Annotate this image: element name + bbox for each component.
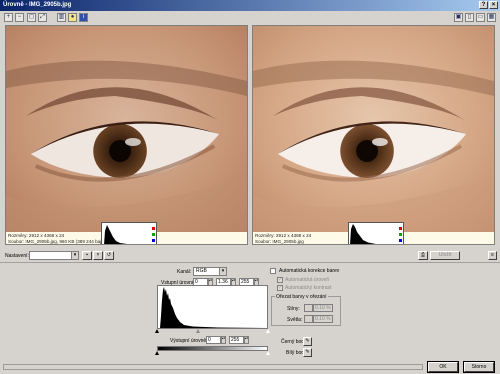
info-icon[interactable]: i <box>79 13 88 22</box>
apply-button[interactable]: Uložit <box>430 251 460 260</box>
levels-histogram-graph <box>160 287 267 328</box>
reset-icon[interactable]: ↺ <box>104 251 114 260</box>
green-channel-dot <box>399 233 402 236</box>
input-gamma-slider[interactable] <box>196 329 200 333</box>
view-single-icon[interactable]: ▣ <box>454 13 463 22</box>
options-icon[interactable]: ≡ <box>488 251 497 260</box>
chevron-down-icon: ▾ <box>219 268 226 275</box>
window-title: Úrovně - IMG_2905b.jpg <box>3 2 72 8</box>
blue-channel-dot <box>152 239 155 242</box>
output-white-spinner[interactable]: ▴▾ <box>244 336 249 344</box>
bottom-bar: OK Storno <box>0 359 500 374</box>
black-point-eyedropper-icon[interactable]: ✎ <box>303 337 312 346</box>
output-gradient <box>157 346 268 351</box>
green-channel-dot <box>152 233 155 236</box>
shadows-color-swatch[interactable] <box>304 304 313 312</box>
output-white-field[interactable]: 255 <box>229 336 244 344</box>
original-image-panel[interactable]: Rozměry: 2912 x 4368 x 24 Soubor: IMG_29… <box>5 25 248 245</box>
highlight-icon[interactable]: ● <box>68 13 77 22</box>
shadows-field[interactable]: 0.10 % <box>313 304 333 312</box>
highlights-field[interactable]: 0.10 % <box>313 315 333 323</box>
preset-bar: Nastavení: ▾ ▪ × ↺ ⎙ Uložit ≡ <box>0 249 500 263</box>
output-white-slider[interactable] <box>266 351 270 355</box>
chevron-down-icon: ▾ <box>71 252 78 259</box>
window-titlebar: Úrovně - IMG_2905b.jpg ? × <box>0 0 500 11</box>
original-mini-histogram <box>101 222 157 244</box>
levels-histogram <box>157 285 268 329</box>
preview-mini-histogram <box>348 222 404 244</box>
split-view-icon[interactable]: ▥ <box>57 13 66 22</box>
zoom-out-icon[interactable]: − <box>15 13 24 22</box>
ok-button[interactable]: OK <box>427 361 459 373</box>
output-levels-label: Výstupní úrovně: <box>170 338 208 344</box>
help-button[interactable]: ? <box>479 1 488 9</box>
view-horizontal-icon[interactable]: ▭ <box>476 13 485 22</box>
save-preset-icon[interactable]: ▪ <box>82 251 92 260</box>
channel-select[interactable]: RGB ▾ <box>193 267 227 276</box>
original-photo <box>6 26 247 232</box>
input-white-slider[interactable] <box>266 329 270 333</box>
auto-contrast-label: Automatický kontrast <box>285 285 332 291</box>
auto-color-label: Automatická korekce barev <box>279 268 340 274</box>
shadows-label: Stíny: <box>287 306 300 312</box>
highlights-color-swatch[interactable] <box>304 315 313 323</box>
red-channel-dot <box>152 227 155 230</box>
view-vertical-icon[interactable]: ▯ <box>465 13 474 22</box>
output-black-field[interactable]: 0 <box>206 336 221 344</box>
red-channel-dot <box>399 227 402 230</box>
auto-contrast-checkbox[interactable]: ✓ <box>277 285 283 291</box>
channel-label: Kanál: <box>177 269 192 275</box>
original-mini-histogram-graph <box>104 225 127 244</box>
preview-mini-histogram-graph <box>350 224 376 244</box>
status-progress <box>3 364 423 370</box>
input-black-slider[interactable] <box>155 329 159 333</box>
channel-select-value: RGB <box>196 268 207 274</box>
clip-group-title: Ořezat barvy v ořezání <box>275 294 328 300</box>
preset-label: Nastavení: <box>5 253 29 259</box>
delete-preset-icon[interactable]: × <box>93 251 103 260</box>
output-black-spinner[interactable]: ▴▾ <box>221 336 226 344</box>
auto-level-checkbox[interactable]: ✓ <box>277 277 283 283</box>
black-point-label: Černý bod: <box>281 339 306 345</box>
auto-color-checkbox[interactable] <box>270 268 276 274</box>
print-icon[interactable]: ⎙ <box>418 251 428 260</box>
white-point-eyedropper-icon[interactable]: ✎ <box>303 348 312 357</box>
blue-channel-dot <box>399 239 402 242</box>
highlights-label: Světla: <box>287 317 303 323</box>
output-black-slider[interactable] <box>155 351 159 355</box>
cancel-button[interactable]: Storno <box>463 361 495 373</box>
actual-size-icon[interactable]: ⤢ <box>38 13 47 22</box>
toolbar: + − ◻ ⤢ ▥ ● i ▣ ▯ ▭ ▦ <box>0 11 500 24</box>
preview-photo <box>253 26 494 232</box>
preset-select[interactable]: ▾ <box>29 251 79 260</box>
view-quad-icon[interactable]: ▦ <box>487 13 496 22</box>
close-button[interactable]: × <box>489 1 498 9</box>
fit-icon[interactable]: ◻ <box>27 13 36 22</box>
auto-level-label: Automatická úroveň <box>285 277 330 283</box>
zoom-in-icon[interactable]: + <box>4 13 13 22</box>
preview-image-panel[interactable]: Rozměry: 2912 x 4368 x 24 Soubor: IMG_29… <box>252 25 495 245</box>
